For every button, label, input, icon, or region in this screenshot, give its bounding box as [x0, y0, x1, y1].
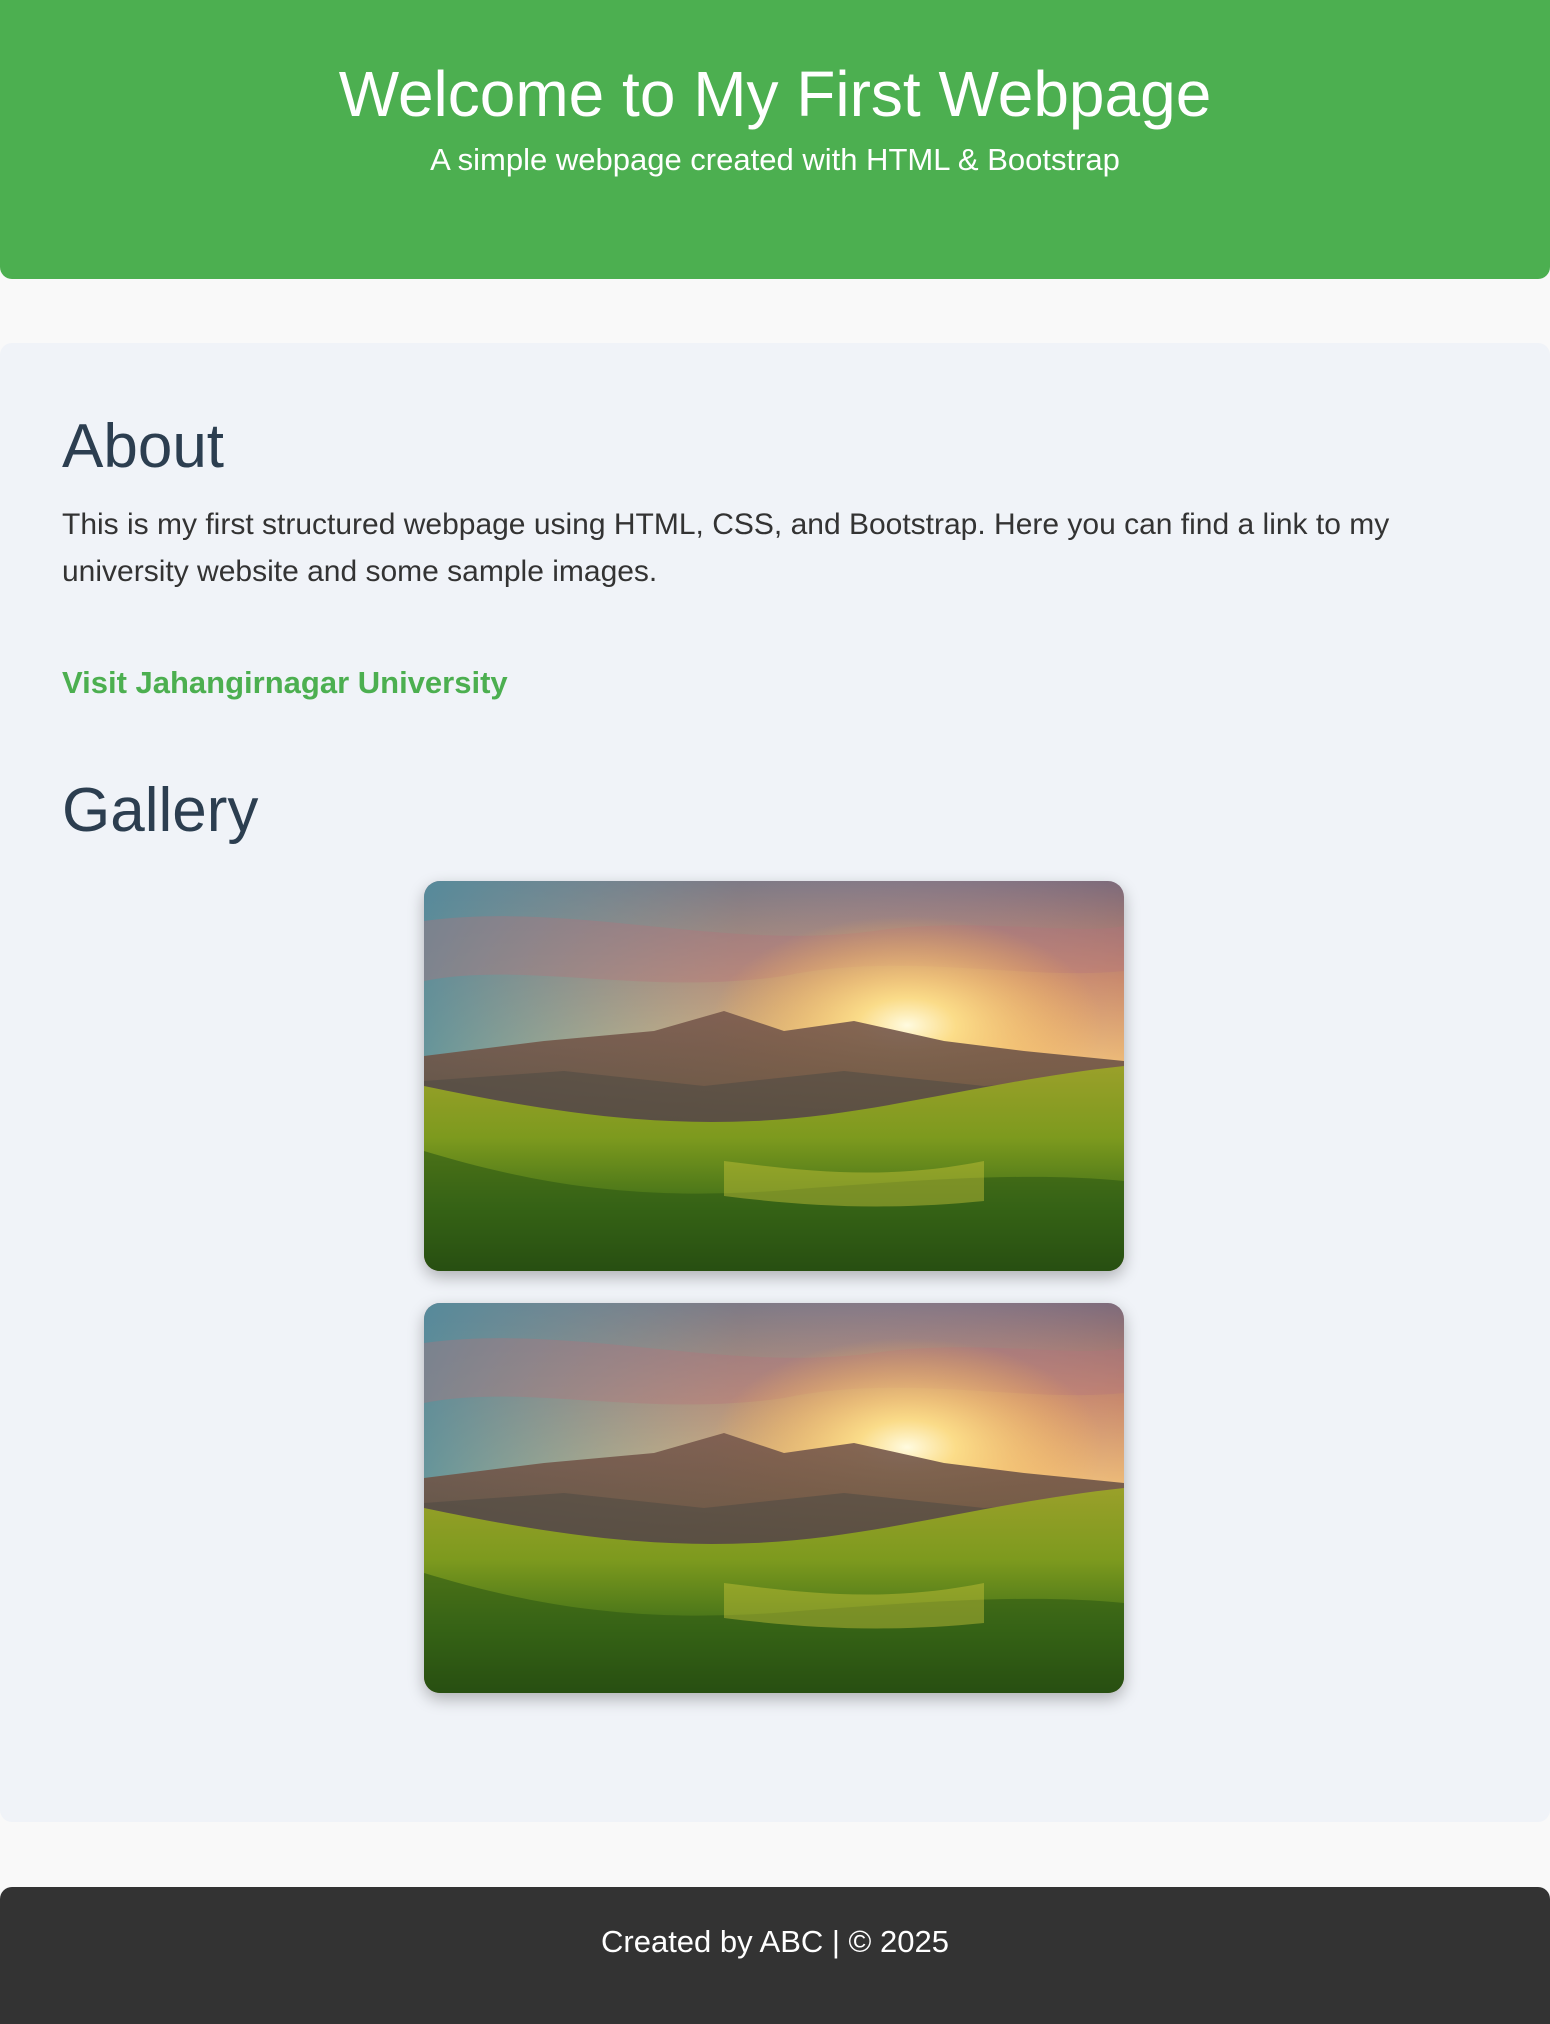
page-footer: Created by ABC | © 2025 — [0, 1887, 1550, 2024]
landscape-photo — [424, 1303, 1124, 1693]
about-heading: About — [62, 412, 225, 481]
gallery-image-sunset-2 — [424, 1303, 1124, 1693]
gallery-heading: Gallery — [62, 776, 259, 845]
main-content: About This is my first structured webpag… — [0, 343, 1550, 1822]
footer-text: Created by ABC | © 2025 — [601, 1924, 949, 1959]
gallery-image-sunset-1 — [424, 881, 1124, 1271]
university-link[interactable]: Visit Jahangirnagar University — [62, 665, 508, 701]
about-text: This is my first structured webpage usin… — [62, 508, 1390, 588]
page-title: Welcome to My First Webpage — [338, 58, 1212, 130]
page-subtitle: A simple webpage created with HTML & Boo… — [430, 142, 1120, 177]
page-header: Welcome to My First Webpage A simple web… — [0, 0, 1550, 279]
landscape-photo — [424, 881, 1124, 1271]
